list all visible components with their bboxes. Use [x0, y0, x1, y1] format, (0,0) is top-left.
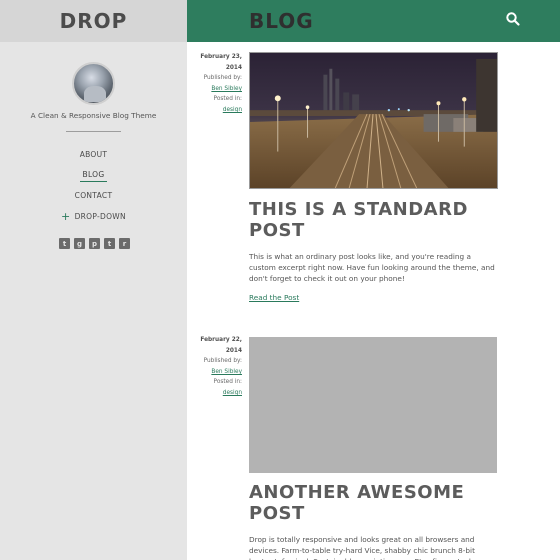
expand-plus-icon[interactable]: +: [61, 210, 71, 223]
post-title-line: THIS IS A STANDARD: [249, 199, 468, 220]
post-title-line: ANOTHER AWESOME: [249, 482, 465, 503]
post-date: February 23,: [200, 54, 242, 60]
posted-in-label: Posted in:: [213, 379, 242, 386]
nav-item-about[interactable]: ABOUT: [0, 150, 187, 159]
published-by-label: Published by:: [203, 358, 242, 365]
featured-image-placeholder[interactable]: [249, 337, 497, 473]
published-by-label: Published by:: [203, 75, 242, 82]
post-meta: February 23, 2014 Published by: Ben Sibl…: [187, 52, 242, 116]
post-title[interactable]: THIS IS A STANDARD POST: [249, 199, 539, 241]
page-header: BLOG: [187, 0, 560, 42]
site-tagline: A Clean & Responsive Blog Theme: [30, 111, 157, 120]
twitter-icon[interactable]: t: [59, 238, 70, 249]
google-plus-icon[interactable]: g: [74, 238, 85, 249]
posted-in-label: Posted in:: [213, 96, 242, 103]
post-meta: February 22, 2014 Published by: Ben Sibl…: [187, 335, 242, 399]
nav-item-drop-down[interactable]: + DROP-DOWN: [0, 210, 187, 223]
post-date: February 22,: [200, 337, 242, 343]
tumblr-icon[interactable]: t: [104, 238, 115, 249]
nav-item-label: ABOUT: [79, 150, 108, 159]
featured-image[interactable]: [249, 52, 498, 189]
nav-item-label: CONTACT: [74, 191, 113, 200]
post-year: 2014: [225, 347, 242, 354]
nav-item-blog[interactable]: BLOG: [0, 170, 187, 182]
social-icons: t g p t r: [59, 238, 130, 249]
page-title: BLOG: [249, 9, 314, 33]
nav-item-label: DROP-DOWN: [74, 212, 126, 221]
nav-item-contact[interactable]: CONTACT: [0, 191, 187, 200]
category-link[interactable]: design: [223, 390, 242, 396]
pinterest-icon[interactable]: p: [89, 238, 100, 249]
post-excerpt: Drop is totally responsive and looks gre…: [249, 535, 478, 560]
site-header: DROP: [0, 0, 187, 42]
nav-item-label: BLOG: [79, 170, 108, 182]
site-title[interactable]: DROP: [60, 9, 128, 33]
post-title[interactable]: ANOTHER AWESOME POST: [249, 482, 539, 524]
search-icon[interactable]: [505, 11, 521, 27]
sidebar: DROP A Clean & Responsive Blog Theme ABO…: [0, 0, 187, 560]
post-title-line: POST: [249, 503, 305, 524]
read-more-link[interactable]: Read the Post: [249, 293, 299, 302]
avatar[interactable]: [72, 62, 115, 105]
post-year: 2014: [225, 64, 242, 71]
post-excerpt: This is what an ordinary post looks like…: [249, 252, 495, 284]
divider: [66, 131, 121, 132]
category-link[interactable]: design: [223, 107, 242, 113]
rss-icon[interactable]: r: [119, 238, 130, 249]
post-title-line: POST: [249, 220, 305, 241]
author-link[interactable]: Ben Sibley: [211, 369, 242, 375]
author-link[interactable]: Ben Sibley: [211, 86, 242, 92]
